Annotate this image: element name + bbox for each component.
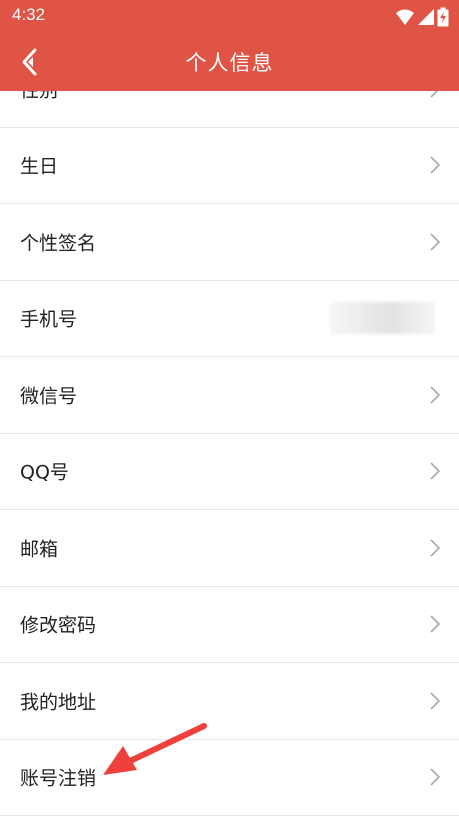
list-item-cancel-account[interactable]: 账号注销 [0,739,459,816]
list-item-label: 我的地址 [20,691,97,714]
signal-icon [418,9,434,25]
app-bar: 个人信息 [0,32,459,91]
chevron-right-icon [430,156,441,174]
list-item-label: 修改密码 [20,614,97,637]
list-item-label: 邮箱 [20,538,59,561]
chevron-right-icon [430,462,441,480]
app-screen: 性别 生日 个性签名 手机号 微信号 QQ号 邮箱 修改密码 [0,0,459,816]
obscured-phone-value [330,302,435,335]
list-item-label: 微信号 [20,385,78,408]
chevron-right-icon [430,233,441,251]
list-item-wechat[interactable]: 微信号 [0,357,459,434]
list-item-qq[interactable]: QQ号 [0,433,459,510]
list-item-label: 账号注销 [20,767,97,790]
list-item-birthday[interactable]: 生日 [0,127,459,204]
list-item-my-address[interactable]: 我的地址 [0,663,459,740]
status-bar: 4:32 [0,0,459,32]
list-item-label: 生日 [20,155,59,178]
settings-list: 性别 生日 个性签名 手机号 微信号 QQ号 邮箱 修改密码 [0,51,459,816]
chevron-right-icon [430,386,441,404]
status-time: 4:32 [12,5,46,24]
chevron-right-icon [430,615,441,633]
page-title: 个人信息 [185,51,274,75]
chevron-right-icon [430,768,441,786]
list-item-change-password[interactable]: 修改密码 [0,586,459,663]
list-item-label: 个性签名 [20,232,97,255]
list-item-phone[interactable]: 手机号 [0,280,459,357]
battery-charging-icon [437,7,449,27]
list-item-label: QQ号 [20,461,69,484]
list-item-email[interactable]: 邮箱 [0,510,459,587]
list-item-label: 手机号 [20,308,78,331]
wifi-icon [396,9,414,25]
chevron-right-icon [430,692,441,710]
list-item-signature[interactable]: 个性签名 [0,204,459,281]
chevron-right-icon [430,539,441,557]
status-icons [395,7,449,27]
